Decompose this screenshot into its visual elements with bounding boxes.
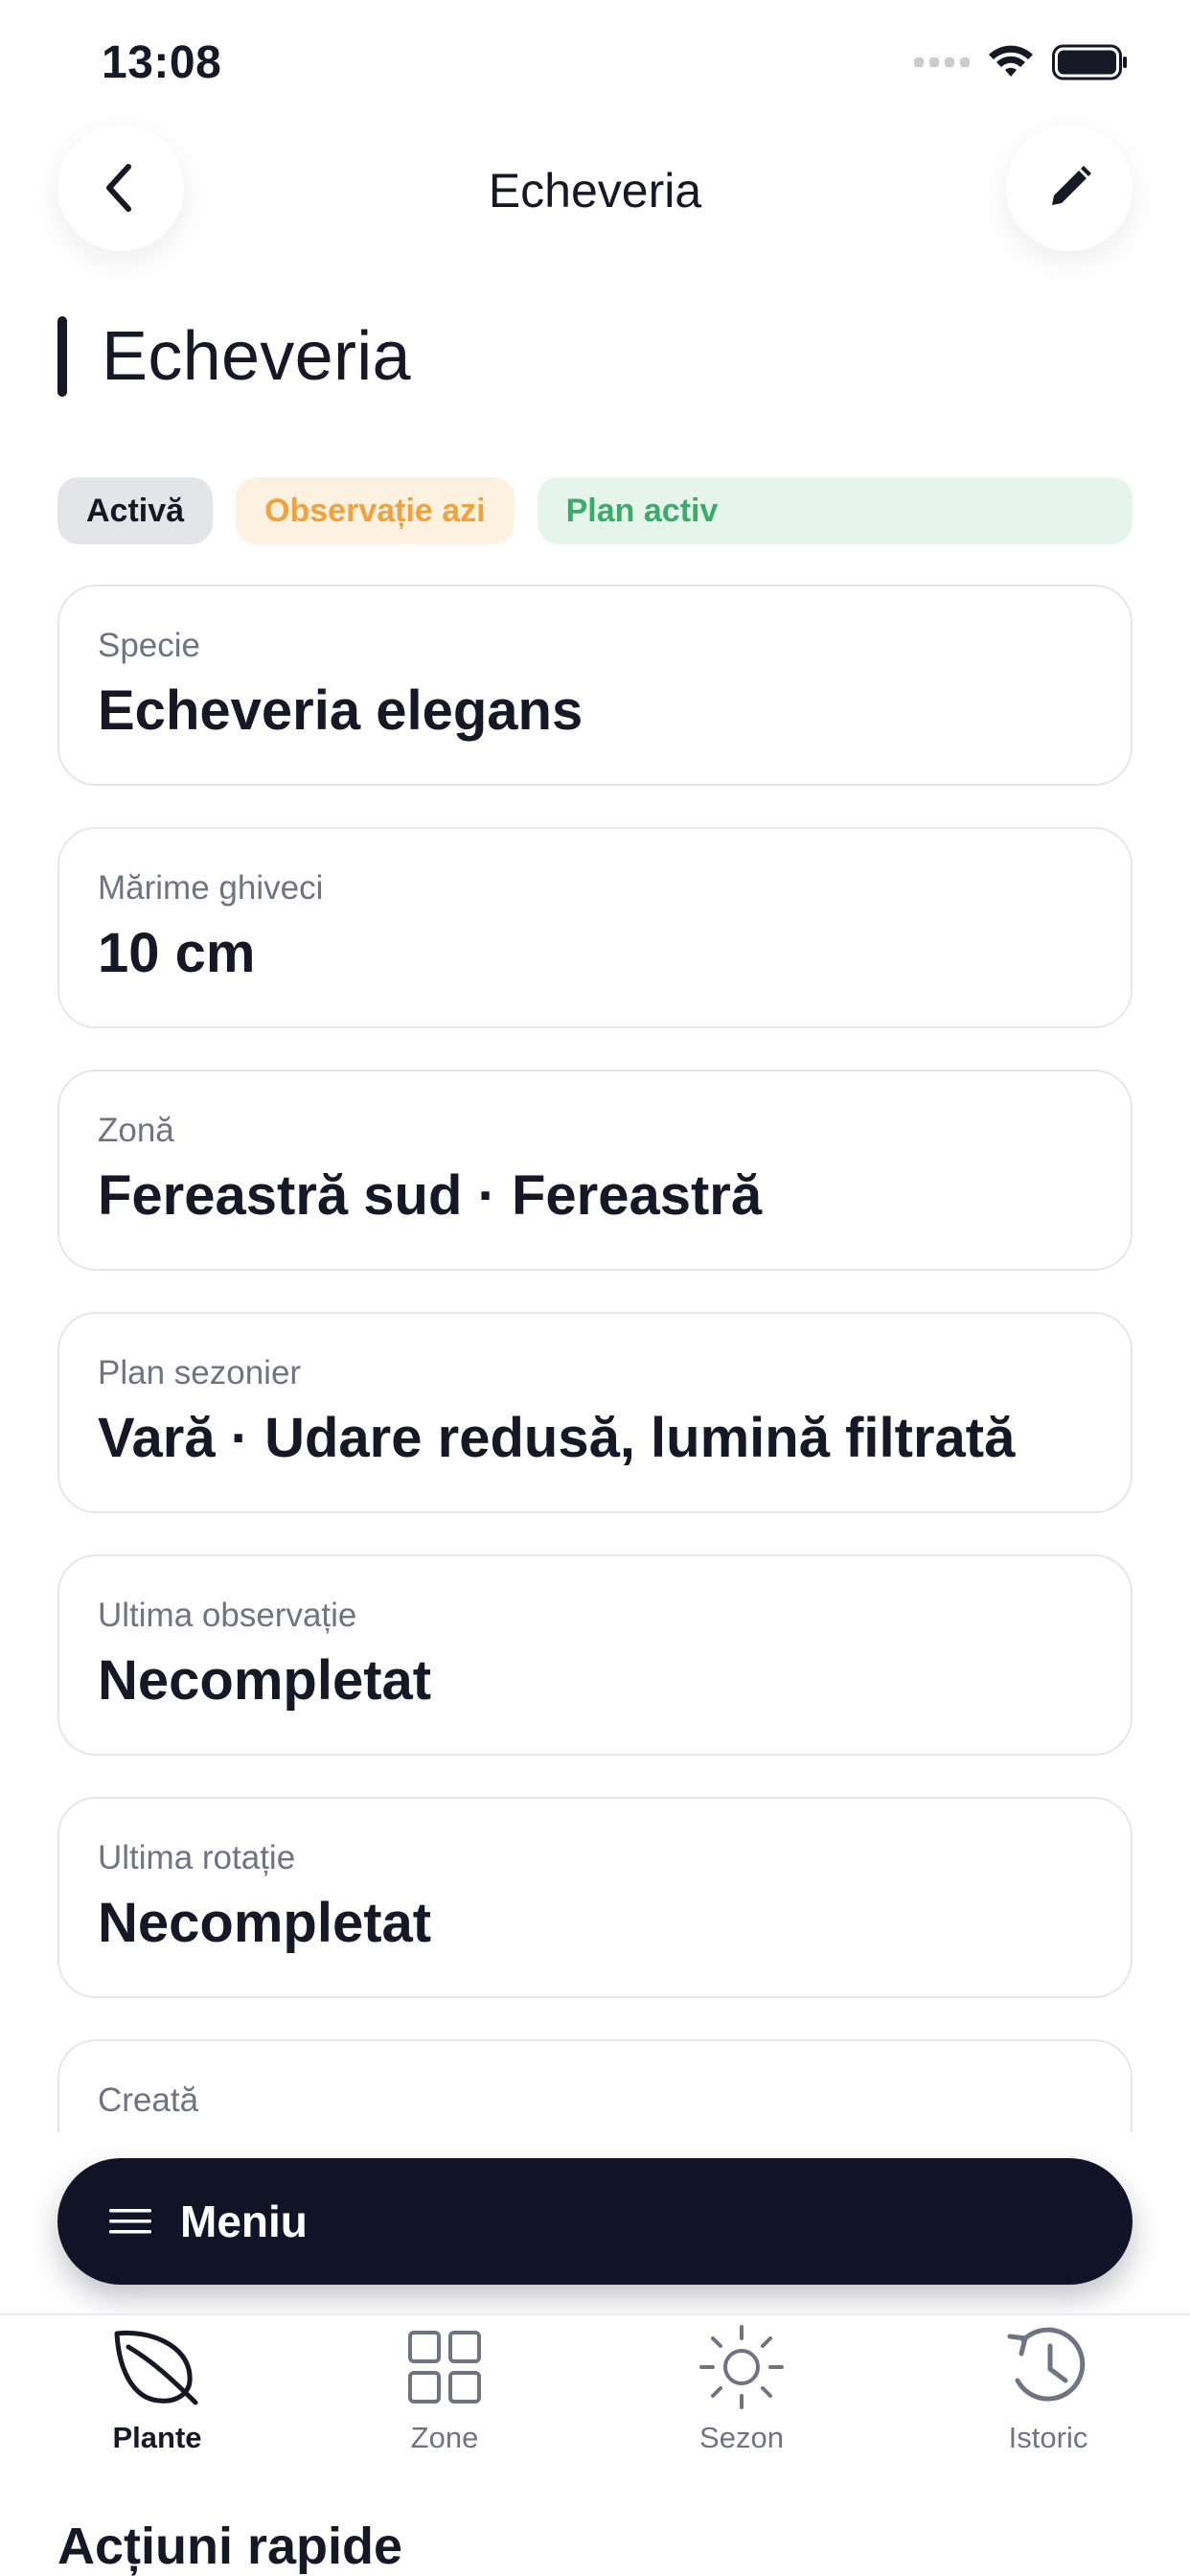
status-icons bbox=[914, 44, 1129, 80]
card-value: Fereastră sud · Fereastră bbox=[98, 1164, 763, 1227]
menu-label: Meniu bbox=[180, 2196, 308, 2246]
navigation-header: Echeveria bbox=[0, 125, 1190, 259]
sun-icon bbox=[696, 2319, 788, 2415]
card-label: Ultima observație bbox=[98, 1597, 357, 1634]
card-label: Plan sezonier bbox=[98, 1354, 302, 1392]
card-value: Echeveria elegans bbox=[98, 679, 584, 742]
page-title-block: Echeveria bbox=[57, 316, 411, 397]
card-label: Creată bbox=[98, 2082, 199, 2119]
tab-season[interactable]: Sezon bbox=[646, 2315, 837, 2488]
card-value: Necompletat bbox=[98, 1892, 432, 1954]
card-value: Necompletat bbox=[98, 1649, 432, 1712]
tab-zones[interactable]: Zone bbox=[349, 2315, 540, 2488]
status-time: 13:08 bbox=[102, 37, 222, 88]
plant-details-list: Specie Echeveria elegans Mărime ghiveci … bbox=[57, 585, 1133, 2132]
card-label: Ultima rotație bbox=[98, 1839, 296, 1876]
tab-plants[interactable]: Plante bbox=[61, 2315, 253, 2488]
last-observation-card: Ultima observație Necompletat bbox=[57, 1554, 1133, 1756]
title-accent-bar bbox=[57, 316, 67, 397]
menu-button[interactable]: Meniu bbox=[57, 2158, 1133, 2285]
last-rotation-card: Ultima rotație Necompletat bbox=[57, 1797, 1133, 1998]
pot-size-card: Mărime ghiveci 10 cm bbox=[57, 827, 1133, 1028]
status-badge: Activă bbox=[57, 477, 214, 544]
grid-icon bbox=[406, 2319, 483, 2415]
tab-label: Sezon bbox=[699, 2421, 784, 2454]
status-badges: Activă Observație azi Plan activ bbox=[57, 477, 1133, 544]
page-title: Echeveria bbox=[102, 318, 411, 395]
history-icon bbox=[1002, 2319, 1094, 2415]
edit-button[interactable] bbox=[1006, 125, 1133, 251]
tab-label: Plante bbox=[112, 2421, 202, 2454]
seasonal-plan-card: Plan sezonier Vară · Udare redusă, lumin… bbox=[57, 1312, 1133, 1513]
created-card: Creată bbox=[57, 2039, 1133, 2132]
tab-label: Istoric bbox=[1008, 2421, 1088, 2454]
leaf-icon bbox=[111, 2319, 203, 2415]
card-label: Zonă bbox=[98, 1112, 174, 1149]
hamburger-icon bbox=[109, 2209, 151, 2234]
battery-icon bbox=[1052, 44, 1127, 80]
card-label: Specie bbox=[98, 627, 201, 664]
tab-label: Zone bbox=[410, 2421, 479, 2454]
card-label: Mărime ghiveci bbox=[98, 869, 324, 907]
wifi-icon bbox=[989, 45, 1033, 77]
tab-history[interactable]: Istoric bbox=[952, 2315, 1144, 2488]
pencil-icon bbox=[1052, 166, 1091, 205]
tab-bar: Plante Zone Sezon Istoric bbox=[0, 2313, 1190, 2486]
status-bar: 13:08 bbox=[0, 0, 1190, 125]
quick-actions-title: Acțiuni rapide bbox=[57, 2518, 403, 2575]
observation-badge: Observație azi bbox=[236, 477, 515, 544]
species-card: Specie Echeveria elegans bbox=[57, 585, 1133, 786]
zone-card: Zonă Fereastră sud · Fereastră bbox=[57, 1070, 1133, 1271]
plan-badge: Plan activ bbox=[537, 477, 1133, 544]
card-value: 10 cm bbox=[98, 922, 256, 984]
cellular-signal-icon bbox=[914, 58, 970, 67]
card-value: Vară · Udare redusă, lumină filtrată bbox=[98, 1407, 1016, 1469]
